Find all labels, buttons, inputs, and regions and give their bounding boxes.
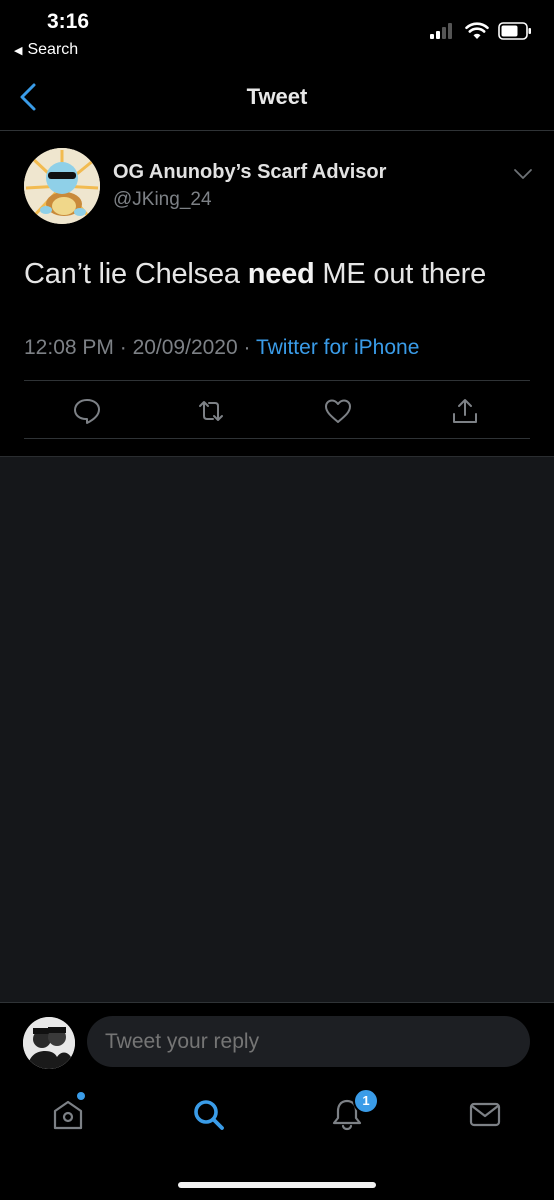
avatar-image (24, 148, 100, 224)
chevron-down-icon[interactable] (512, 167, 534, 181)
tweet-metadata: 12:08 PM · 20/09/2020 · Twitter for iPho… (24, 336, 419, 360)
tab-bar: 1 (0, 1082, 554, 1200)
author-handle[interactable]: @JKing_24 (113, 189, 212, 211)
back-to-app-link[interactable]: ◀ Search (14, 41, 78, 59)
search-icon[interactable] (190, 1096, 226, 1132)
reply-input[interactable] (87, 1016, 530, 1067)
tweet-time: 12:08 PM (24, 336, 114, 359)
separator-dot: · (119, 336, 133, 359)
battery-icon (498, 22, 531, 40)
navigation-bar: Tweet (0, 66, 554, 131)
tweet-source-link[interactable]: Twitter for iPhone (256, 336, 419, 359)
divider (24, 380, 530, 381)
share-icon[interactable] (450, 396, 480, 426)
tweet-text-part: ME out there (314, 258, 487, 290)
cellular-signal-icon (430, 23, 452, 39)
home-icon[interactable] (50, 1096, 86, 1132)
wifi-icon (465, 22, 489, 39)
tweet-date: 20/09/2020 (132, 336, 238, 359)
back-to-app-label: Search (27, 41, 79, 58)
divider (24, 438, 530, 439)
reply-icon[interactable] (72, 396, 102, 426)
page-title: Tweet (246, 84, 308, 109)
user-avatar[interactable] (23, 1017, 75, 1069)
author-avatar[interactable] (24, 148, 100, 224)
status-icons (430, 22, 532, 40)
notifications-badge: 1 (353, 1088, 379, 1114)
replies-area (0, 456, 554, 1002)
separator-dot: · (243, 336, 256, 359)
author-name[interactable]: OG Anunoby’s Scarf Advisor (113, 161, 386, 184)
like-icon[interactable] (323, 396, 353, 426)
tweet-text-part: Can’t lie Chelsea (24, 258, 248, 290)
home-new-indicator (77, 1092, 85, 1100)
home-indicator[interactable] (178, 1182, 376, 1188)
retweet-icon[interactable] (196, 396, 226, 426)
tweet-detail: OG Anunoby’s Scarf Advisor @JKing_24 Can… (0, 131, 554, 456)
avatar-image (23, 1017, 75, 1069)
back-triangle-icon: ◀ (14, 44, 23, 57)
tweet-actions (24, 382, 530, 438)
tweet-text: Can’t lie Chelsea need ME out there (24, 258, 486, 291)
messages-icon[interactable] (467, 1096, 503, 1132)
reply-bar (0, 1002, 554, 1082)
status-time: 3:16 (47, 10, 90, 33)
tweet-text-bold: need (247, 258, 315, 290)
status-bar: 3:16 ◀ Search (0, 0, 554, 66)
